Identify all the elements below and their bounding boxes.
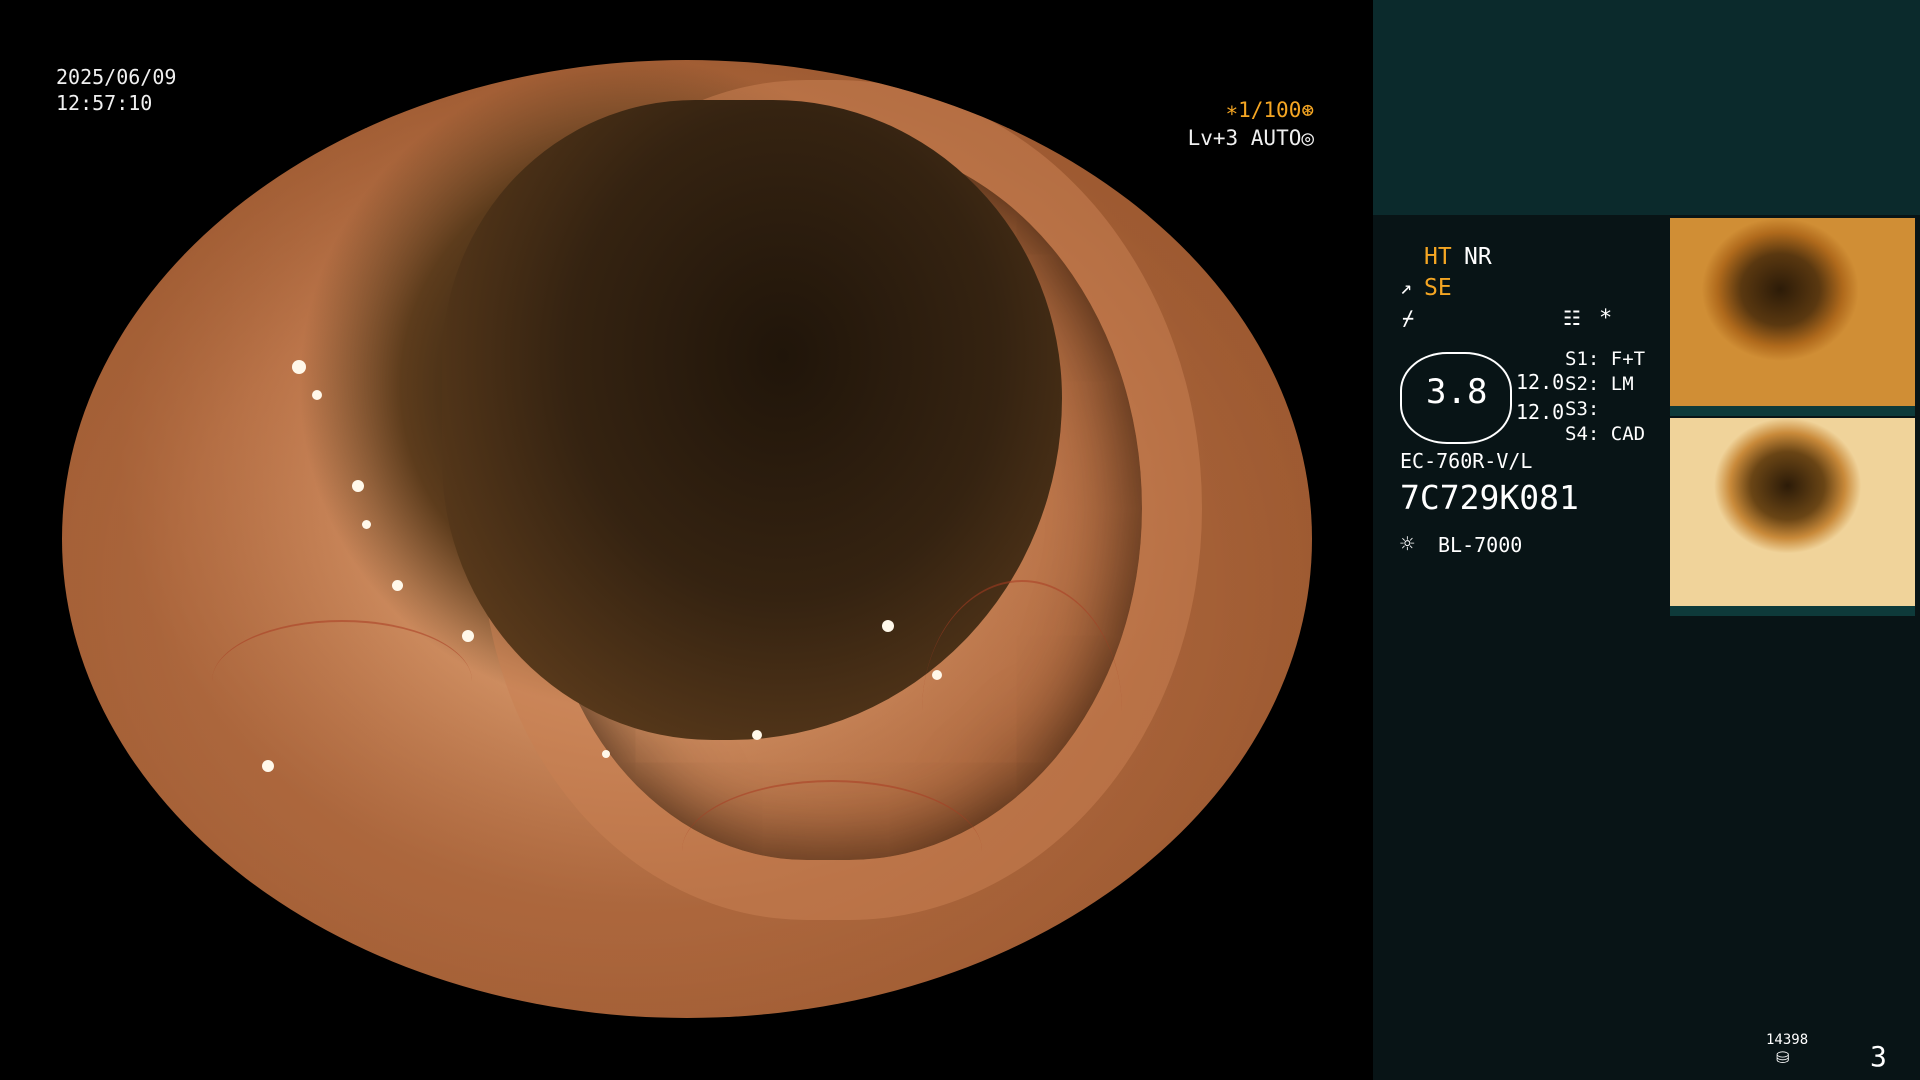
mode-se: SE — [1424, 275, 1452, 301]
value-1: 12.0 — [1516, 370, 1565, 394]
specular-highlight — [262, 760, 274, 772]
light-source: BL-7000 — [1438, 533, 1523, 557]
specular-highlight — [312, 390, 322, 400]
mode-ht: HT — [1424, 244, 1452, 270]
specular-highlight — [292, 360, 306, 374]
specular-highlight — [602, 750, 610, 758]
specular-highlight — [392, 580, 403, 591]
vessel — [922, 580, 1122, 842]
specular-highlight — [752, 730, 762, 740]
thumbnail-1-bar — [1670, 406, 1915, 416]
specular-highlight — [462, 630, 474, 642]
specular-highlight — [362, 520, 371, 529]
thumbnail-2-bar — [1670, 606, 1915, 616]
vessel — [212, 620, 472, 742]
zoom-value: 3.8 — [1426, 372, 1488, 412]
freeze-icon: ⌿ — [1402, 306, 1415, 330]
specular-highlight — [882, 620, 894, 632]
asterisk-icon: * — [1599, 306, 1613, 331]
scope-tip-icon: ↗ — [1400, 275, 1413, 299]
mode-nr: NR — [1464, 244, 1492, 270]
timestamp: 2025/06/09 12:57:10 — [56, 64, 176, 116]
storage-icon: ⛁ — [1776, 1048, 1790, 1067]
endoscope-view — [62, 60, 1312, 1018]
scope-model: EC-760R-V/L — [1400, 449, 1533, 473]
settings-icon: ☷ — [1563, 306, 1581, 330]
shutter-speed: ∗1/100⊛ — [1225, 98, 1314, 122]
vessel — [682, 780, 982, 922]
s1-label: S1: F+T — [1565, 348, 1646, 370]
image-count: 14398 — [1766, 1032, 1809, 1048]
s4-label: S4: CAD — [1565, 423, 1646, 445]
specular-highlight — [932, 670, 942, 680]
value-2: 12.0 — [1516, 400, 1565, 424]
info-panel-top — [1373, 0, 1920, 215]
light-source-icon: ☼ — [1400, 530, 1415, 558]
page-number: 3 — [1870, 1040, 1887, 1073]
specular-highlight — [352, 480, 364, 492]
thumbnail-2[interactable] — [1670, 418, 1915, 606]
s3-label: S3: — [1565, 398, 1600, 420]
date-text: 2025/06/09 — [56, 65, 177, 89]
s2-label: S2: LM — [1565, 373, 1634, 395]
time-text: 12:57:10 — [56, 91, 153, 115]
scope-serial: 7C729K081 — [1400, 478, 1579, 517]
iris-level: Lv+3 AUTO◎ — [1187, 126, 1314, 150]
thumbnail-1[interactable] — [1670, 218, 1915, 406]
